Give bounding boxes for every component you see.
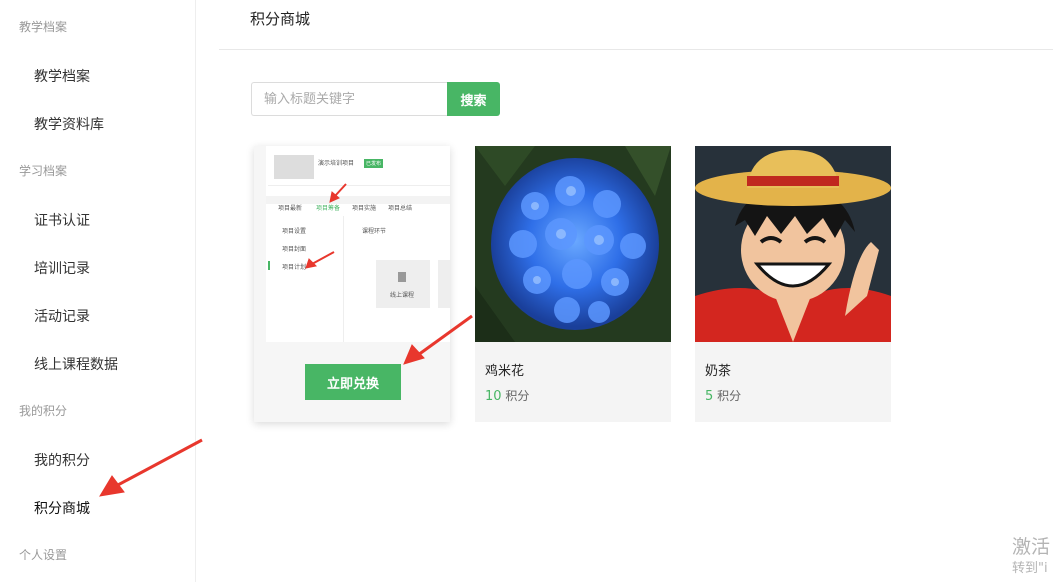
- sidebar-item-points-mall[interactable]: 积分商城: [34, 498, 90, 518]
- group-title-points: 我的积分: [19, 404, 68, 418]
- sidebar-item-teaching-archive[interactable]: 教学档案: [34, 66, 90, 86]
- sidebar: 教学档案 教学档案 教学资料库 学习档案 证书认证 培训记录 活动记录 线上课程…: [0, 0, 196, 582]
- preview-side-item: 项目计划: [282, 264, 307, 271]
- preview-tab: 项目总结: [388, 205, 413, 212]
- search-button[interactable]: 搜索: [447, 82, 500, 116]
- preview-active-marker: [268, 261, 270, 270]
- watermark-text: 转到"i: [1012, 561, 1048, 576]
- preview-tab: 项目实施: [352, 205, 377, 212]
- product-name: 奶茶: [705, 364, 732, 379]
- product-preview-image: 演示培训项目 已发布 项目最新 项目筹备 项目实施 项目总结 项目设置 项目封面…: [266, 146, 450, 342]
- group-title-teaching: 教学档案: [19, 20, 68, 34]
- product-image-hydrangea: [475, 146, 671, 342]
- sidebar-item-online-course-data[interactable]: 线上课程数据: [34, 354, 118, 374]
- sidebar-item-training-records[interactable]: 培训记录: [34, 258, 90, 278]
- preview-course-box-partial: [438, 260, 450, 308]
- preview-side-item: 项目封面: [282, 246, 307, 253]
- product-points: 5 积分: [705, 389, 742, 404]
- group-title-learning: 学习档案: [19, 164, 68, 178]
- preview-side-menu: 项目设置 项目封面 项目计划: [266, 216, 344, 342]
- page-header: 积分商城: [219, 0, 1053, 50]
- redeem-button[interactable]: 立即兑换: [305, 364, 401, 400]
- preview-side-item: 项目设置: [282, 228, 307, 235]
- page-title: 积分商城: [250, 10, 311, 28]
- sidebar-item-certificate[interactable]: 证书认证: [34, 210, 90, 230]
- preview-section-title: 课程环节: [362, 228, 387, 235]
- book-icon: [398, 272, 406, 282]
- preview-thumbnail: [274, 155, 314, 179]
- product-image-cartoon: [695, 146, 891, 342]
- watermark-text: 激活: [1012, 536, 1051, 558]
- preview-tab: 项目最新: [278, 205, 303, 212]
- preview-status-badge: 已发布: [364, 159, 384, 168]
- sidebar-item-activity-records[interactable]: 活动记录: [34, 306, 90, 326]
- preview-project-name: 演示培训项目: [318, 160, 355, 167]
- sidebar-item-my-points[interactable]: 我的积分: [34, 450, 90, 470]
- product-card-featured[interactable]: 演示培训项目 已发布 项目最新 项目筹备 项目实施 项目总结 项目设置 项目封面…: [254, 146, 450, 422]
- product-card[interactable]: 鸡米花 10 积分: [475, 146, 671, 422]
- sidebar-item-teaching-library[interactable]: 教学资料库: [34, 114, 104, 134]
- preview-header: 演示培训项目 已发布: [268, 152, 450, 186]
- preview-course-box: 线上课程: [376, 260, 430, 308]
- preview-tab: 项目筹备: [316, 205, 341, 212]
- group-title-personal-settings[interactable]: 个人设置: [19, 546, 67, 563]
- product-card[interactable]: 奶茶 5 积分: [695, 146, 891, 422]
- product-points: 10 积分: [485, 389, 530, 404]
- preview-course-label: 线上课程: [390, 292, 415, 299]
- search-input[interactable]: [251, 82, 448, 116]
- product-name: 鸡米花: [485, 364, 525, 379]
